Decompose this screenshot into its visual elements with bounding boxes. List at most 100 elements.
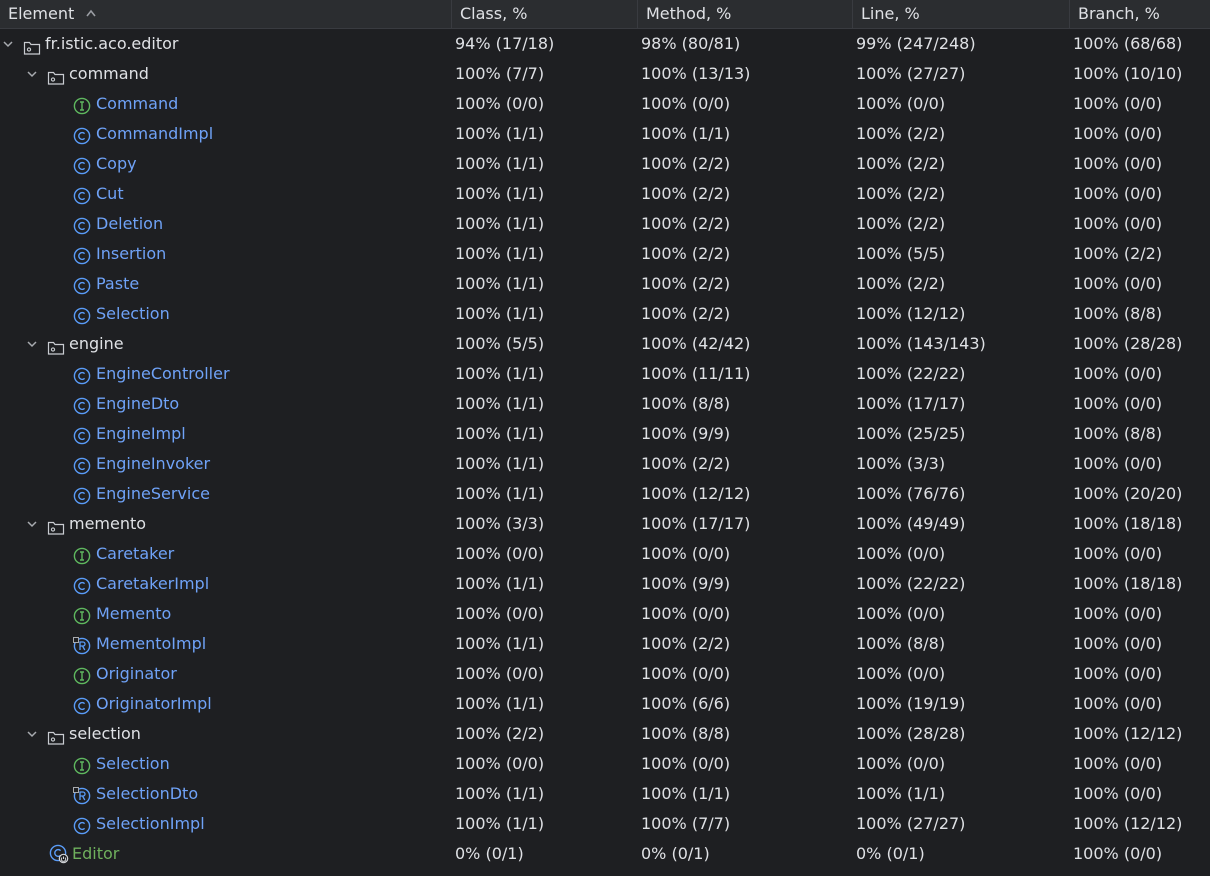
tree-row-mementoimpl[interactable]: MementoImpl 100% (1/1) 100% (2/2) 100% (8/8… [0,629,1210,659]
method-coverage: 100% (2/2) [641,184,731,203]
element-cell: CommandImpl [48,119,213,149]
tree-row-editor[interactable]: Editor 0% (0/1) 0% (0/1) 0% (0/1) 100% (0/0) [0,839,1210,869]
column-header-class[interactable]: Class, % [452,0,638,28]
tree-row-originator[interactable]: Originator 100% (0/0) 100% (0/0) 100% (0/0)… [0,659,1210,689]
column-header-line[interactable]: Line, % [853,0,1070,28]
column-header-method-label: Method, % [646,4,732,23]
element-name: EngineDto [96,394,180,413]
tree-row-selectionimpl[interactable]: SelectionImpl 100% (1/1) 100% (7/7) 100% (2… [0,809,1210,839]
method-coverage: 100% (11/11) [641,364,751,383]
class-coverage: 100% (1/1) [455,364,545,383]
tree-row-package-memento[interactable]: memento 100% (3/3) 100% (17/17) 100% (49/49… [0,509,1210,539]
line-coverage: 100% (27/27) [856,64,966,83]
element-cell: command [24,59,149,89]
class-coverage: 100% (1/1) [455,154,545,173]
element-name: memento [69,514,147,533]
tree-row-enginedto[interactable]: EngineDto 100% (1/1) 100% (8/8) 100% (17/17… [0,389,1210,419]
tree-row-package-command[interactable]: command 100% (7/7) 100% (13/13) 100% (27/27… [0,59,1210,89]
column-header-element-label: Element [8,4,75,23]
element-cell: Selection [48,749,170,779]
tree-row-caretakerimpl[interactable]: CaretakerImpl 100% (1/1) 100% (9/9) 100% (2… [0,569,1210,599]
class-coverage: 100% (0/0) [455,544,545,563]
element-cell: Cut [48,179,124,209]
chevron-down-icon[interactable] [1,29,15,59]
chevron-down-icon[interactable] [25,329,39,359]
class-coverage: 100% (1/1) [455,814,545,833]
chevron-down-icon[interactable] [25,509,39,539]
element-name: OriginatorImpl [96,694,212,713]
tree-row-engineimpl[interactable]: EngineImpl 100% (1/1) 100% (9/9) 100% (25/2… [0,419,1210,449]
tree-row-package-selection[interactable]: selection 100% (2/2) 100% (8/8) 100% (28/28… [0,719,1210,749]
class-icon [73,305,91,325]
tree-row-commandimpl[interactable]: CommandImpl 100% (1/1) 100% (1/1) 100% (2/2… [0,119,1210,149]
element-name: Insertion [96,244,167,263]
element-cell: SelectionDto [48,779,198,809]
tree-row-selection[interactable]: Selection 100% (0/0) 100% (0/0) 100% (0/0) 1… [0,749,1210,779]
line-coverage: 100% (3/3) [856,454,946,473]
branch-coverage: 100% (0/0) [1073,94,1163,113]
line-coverage: 100% (143/143) [856,334,986,353]
line-coverage: 100% (22/22) [856,574,966,593]
tree-row-caretaker[interactable]: Caretaker 100% (0/0) 100% (0/0) 100% (0/0) 1… [0,539,1210,569]
tree-row-originatorimpl[interactable]: OriginatorImpl 100% (1/1) 100% (6/6) 100% (… [0,689,1210,719]
class-coverage: 100% (1/1) [455,694,545,713]
method-coverage: 100% (2/2) [641,214,731,233]
line-coverage: 100% (8/8) [856,634,946,653]
method-coverage: 100% (8/8) [641,394,731,413]
branch-coverage: 100% (28/28) [1073,334,1183,353]
element-name: Command [96,94,179,113]
element-cell: fr.istic.aco.editor [0,29,179,59]
branch-coverage: 100% (0/0) [1073,694,1163,713]
tree-row-selection[interactable]: Selection 100% (1/1) 100% (2/2) 100% (12/12… [0,299,1210,329]
element-name: CaretakerImpl [96,574,210,593]
tree-row-paste[interactable]: Paste 100% (1/1) 100% (2/2) 100% (2/2) 100% … [0,269,1210,299]
line-coverage: 100% (0/0) [856,604,946,623]
method-coverage: 100% (0/0) [641,754,731,773]
element-name: EngineImpl [96,424,186,443]
column-header-branch-label: Branch, % [1078,4,1160,23]
element-cell: EngineInvoker [48,449,210,479]
line-coverage: 100% (76/76) [856,484,966,503]
tree-row-engineinvoker[interactable]: EngineInvoker 100% (1/1) 100% (2/2) 100% (3… [0,449,1210,479]
tree-row-selectiondto[interactable]: SelectionDto 100% (1/1) 100% (1/1) 100% (1/… [0,779,1210,809]
tree-row-cut[interactable]: Cut 100% (1/1) 100% (2/2) 100% (2/2) 100% (0… [0,179,1210,209]
line-coverage: 100% (0/0) [856,754,946,773]
method-coverage: 100% (2/2) [641,244,731,263]
branch-coverage: 100% (10/10) [1073,64,1183,83]
tree-row-memento[interactable]: Memento 100% (0/0) 100% (0/0) 100% (0/0) 100… [0,599,1210,629]
element-cell: Insertion [48,239,166,269]
branch-coverage: 100% (0/0) [1073,394,1163,413]
tree-row-deletion[interactable]: Deletion 100% (1/1) 100% (2/2) 100% (2/2) 10… [0,209,1210,239]
interface-icon [73,605,91,625]
tree-row-engineservice[interactable]: EngineService 100% (1/1) 100% (12/12) 100% … [0,479,1210,509]
element-name: Caretaker [96,544,175,563]
class-icon [73,245,91,265]
element-cell: Originator [48,659,177,689]
tree-row-package-fr-istic-aco-editor[interactable]: fr.istic.aco.editor 94% (17/18) 98% (80/81… [0,29,1210,59]
class-icon [73,215,91,235]
tree-row-package-engine[interactable]: engine 100% (5/5) 100% (42/42) 100% (143/14… [0,329,1210,359]
method-coverage: 100% (9/9) [641,574,731,593]
element-name: command [69,64,149,83]
chevron-down-icon[interactable] [25,719,39,749]
column-header-branch[interactable]: Branch, % [1070,0,1210,28]
interface-icon [73,95,91,115]
column-header-method[interactable]: Method, % [638,0,853,28]
method-coverage: 100% (6/6) [641,694,731,713]
method-coverage: 100% (1/1) [641,124,731,143]
column-header-element[interactable]: Element [0,0,452,28]
tree-row-command[interactable]: Command 100% (0/0) 100% (0/0) 100% (0/0) 100… [0,89,1210,119]
element-cell: Copy [48,149,137,179]
chevron-down-icon[interactable] [25,59,39,89]
class-coverage: 100% (1/1) [455,574,545,593]
class-icon [73,125,91,145]
line-coverage: 100% (27/27) [856,814,966,833]
branch-coverage: 100% (0/0) [1073,154,1163,173]
class-icon [73,695,91,715]
tree-row-copy[interactable]: Copy 100% (1/1) 100% (2/2) 100% (2/2) 100% (… [0,149,1210,179]
branch-coverage: 100% (18/18) [1073,514,1183,533]
tree-row-insertion[interactable]: Insertion 100% (1/1) 100% (2/2) 100% (5/5) 1… [0,239,1210,269]
record-icon [73,635,91,655]
tree-row-enginecontroller[interactable]: EngineController 100% (1/1) 100% (11/11) 10… [0,359,1210,389]
record-icon [73,785,91,805]
